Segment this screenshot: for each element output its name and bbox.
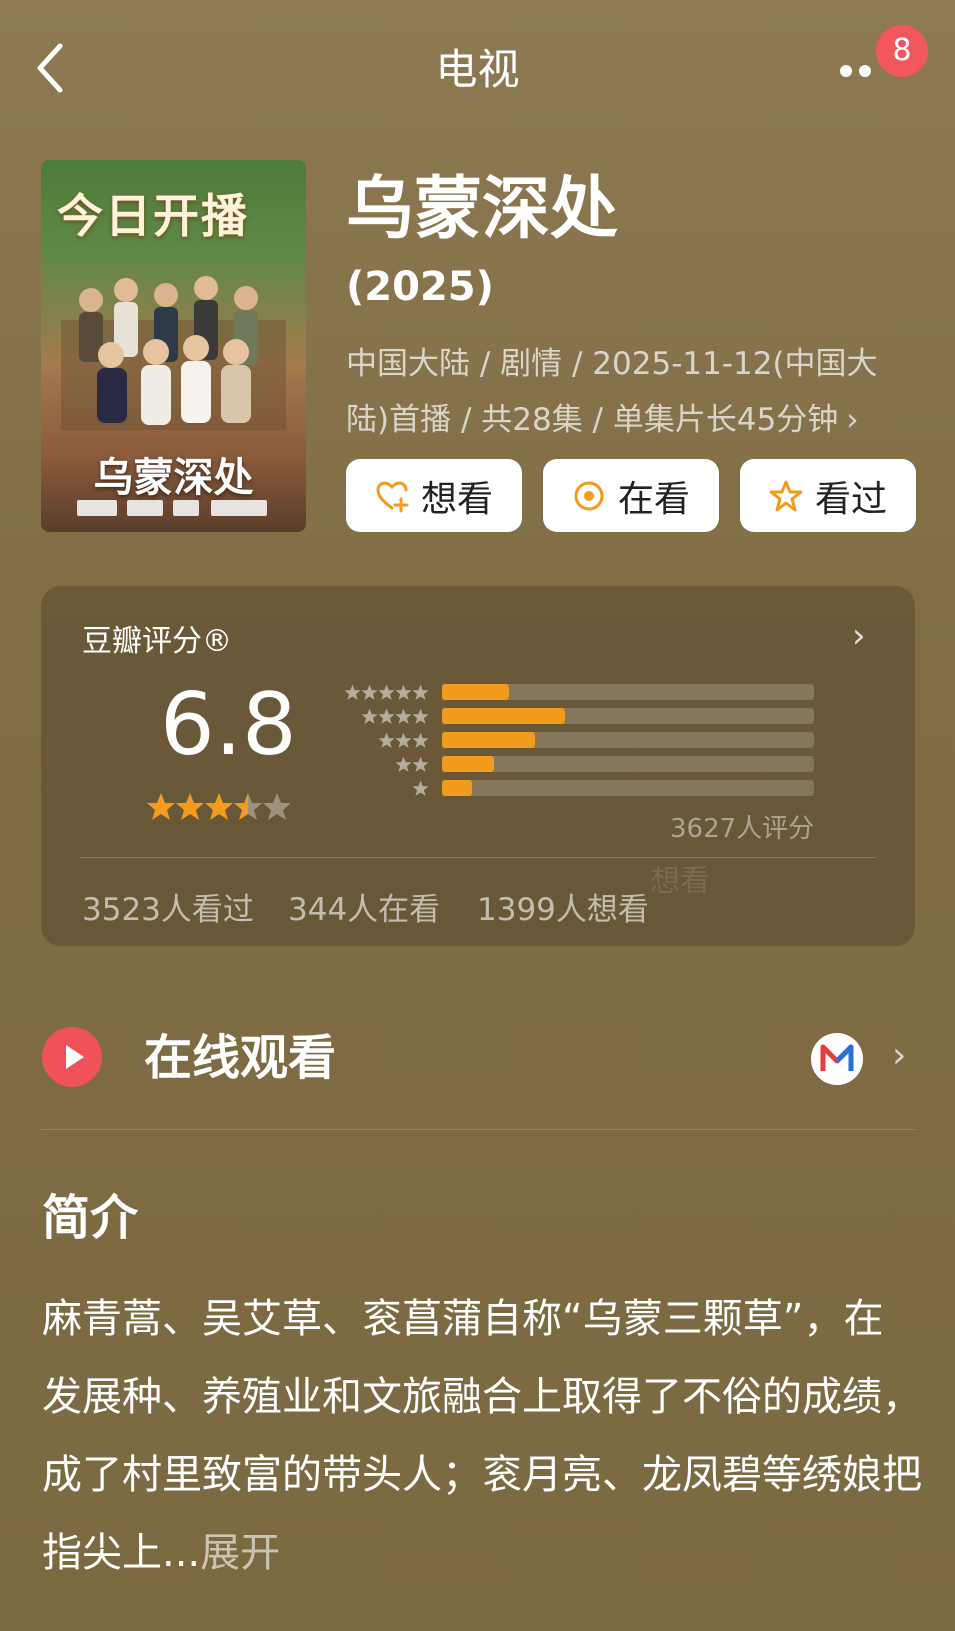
notification-badge: 8 [876, 25, 928, 77]
cctv-logo [127, 500, 163, 516]
watching-label: 在看 [617, 478, 690, 520]
small-star-icon [344, 684, 361, 700]
chevron-right-icon: › [846, 402, 859, 438]
show-meta-text: 中国大陆 / 剧情 / 2025-11-12(中国大陆)首播 / 共28集 / … [346, 346, 878, 438]
chevron-right-icon[interactable]: › [852, 616, 866, 656]
distribution-bar-5 [442, 684, 509, 700]
poster-cast-illustration [61, 276, 286, 430]
small-star-icon [378, 708, 395, 724]
platform-logo[interactable] [811, 1033, 863, 1085]
stat-watched: 3523人看过 [82, 892, 254, 928]
small-star-icon [361, 684, 378, 700]
distribution-stars-5 [344, 684, 429, 700]
small-star-icon [378, 732, 395, 748]
synopsis-heading: 简介 [42, 1190, 139, 1246]
small-star-icon [412, 732, 429, 748]
online-watch-label[interactable]: 在线观看 [144, 1028, 336, 1088]
poster-title: 乌蒙深处 [93, 454, 254, 501]
show-meta[interactable]: 中国大陆 / 剧情 / 2025-11-12(中国大陆)首播 / 共28集 / … [346, 336, 906, 448]
chevron-right-icon[interactable]: › [892, 1035, 906, 1076]
distribution-stars-2 [395, 756, 429, 772]
rating-star-icon [175, 792, 205, 822]
distribution-stars-1 [412, 780, 429, 796]
play-icon[interactable] [42, 1027, 102, 1087]
want-button[interactable]: 想看 [346, 459, 522, 532]
distribution-bar-track [442, 780, 814, 796]
more-dot-icon [840, 65, 852, 77]
distribution-bar-track [442, 684, 814, 700]
distribution-bar-2 [442, 756, 494, 772]
synopsis-body: 麻青蒿、吴艾草、衮菖蒲自称“乌蒙三颗草”，在发展种、养殖业和文旅融合上取得了不俗… [42, 1296, 922, 1576]
small-star-icon [395, 732, 412, 748]
star-outline-icon [769, 480, 803, 511]
watching-button[interactable]: 在看 [543, 459, 719, 532]
divider [80, 857, 876, 858]
synopsis-text: 麻青蒿、吴艾草、衮菖蒲自称“乌蒙三颗草”，在发展种、养殖业和文旅融合上取得了不俗… [42, 1280, 922, 1592]
small-star-icon [395, 708, 412, 724]
small-star-icon [412, 756, 429, 772]
distribution-bar-track [442, 708, 814, 724]
distribution-bar-track [442, 732, 814, 748]
small-star-icon [395, 684, 412, 700]
small-star-icon [412, 780, 429, 796]
distribution-bar-4 [442, 708, 565, 724]
poster-logos [77, 500, 277, 520]
faded-want-text: 想看 [650, 864, 710, 899]
small-star-icon [412, 684, 429, 700]
stat-want: 1399人想看 [477, 892, 649, 928]
stat-watching: 344人在看 [288, 892, 441, 928]
rating-star-icon [233, 792, 263, 822]
watched-label: 看过 [814, 478, 887, 520]
distribution-bar-track [442, 756, 814, 772]
poster-headline: 今日开播 [57, 189, 249, 243]
heart-plus-icon [376, 480, 409, 512]
watched-button[interactable]: 看过 [740, 459, 916, 532]
more-dot-icon [859, 65, 871, 77]
distribution-bar-3 [442, 732, 535, 748]
small-star-icon [378, 684, 395, 700]
target-icon [574, 481, 604, 510]
poster-image[interactable]: 今日开播 乌蒙深处 [41, 160, 306, 532]
distribution-stars-4 [361, 708, 429, 724]
small-star-icon [361, 708, 378, 724]
rating-count: 3627人评分 [670, 814, 815, 844]
rating-star-icon [262, 792, 292, 822]
mango-tv-logo [211, 500, 267, 516]
small-star-icon [412, 708, 429, 724]
want-label: 想看 [420, 478, 493, 520]
rating-star-icon [204, 792, 234, 822]
show-year: (2025) [346, 264, 494, 310]
expand-link[interactable]: 展开 [200, 1530, 280, 1576]
small-star-icon [395, 756, 412, 772]
broadcaster-logo [77, 500, 117, 516]
rating-score: 6.8 [160, 675, 297, 775]
divider [41, 1129, 915, 1130]
distribution-bar-1 [442, 780, 472, 796]
page-title: 电视 [435, 45, 520, 94]
rating-star-icon [146, 792, 176, 822]
distribution-stars-3 [378, 732, 429, 748]
rating-label: 豆瓣评分® [82, 624, 232, 659]
broadcaster-logo [173, 500, 199, 516]
show-title: 乌蒙深处 [346, 170, 619, 249]
